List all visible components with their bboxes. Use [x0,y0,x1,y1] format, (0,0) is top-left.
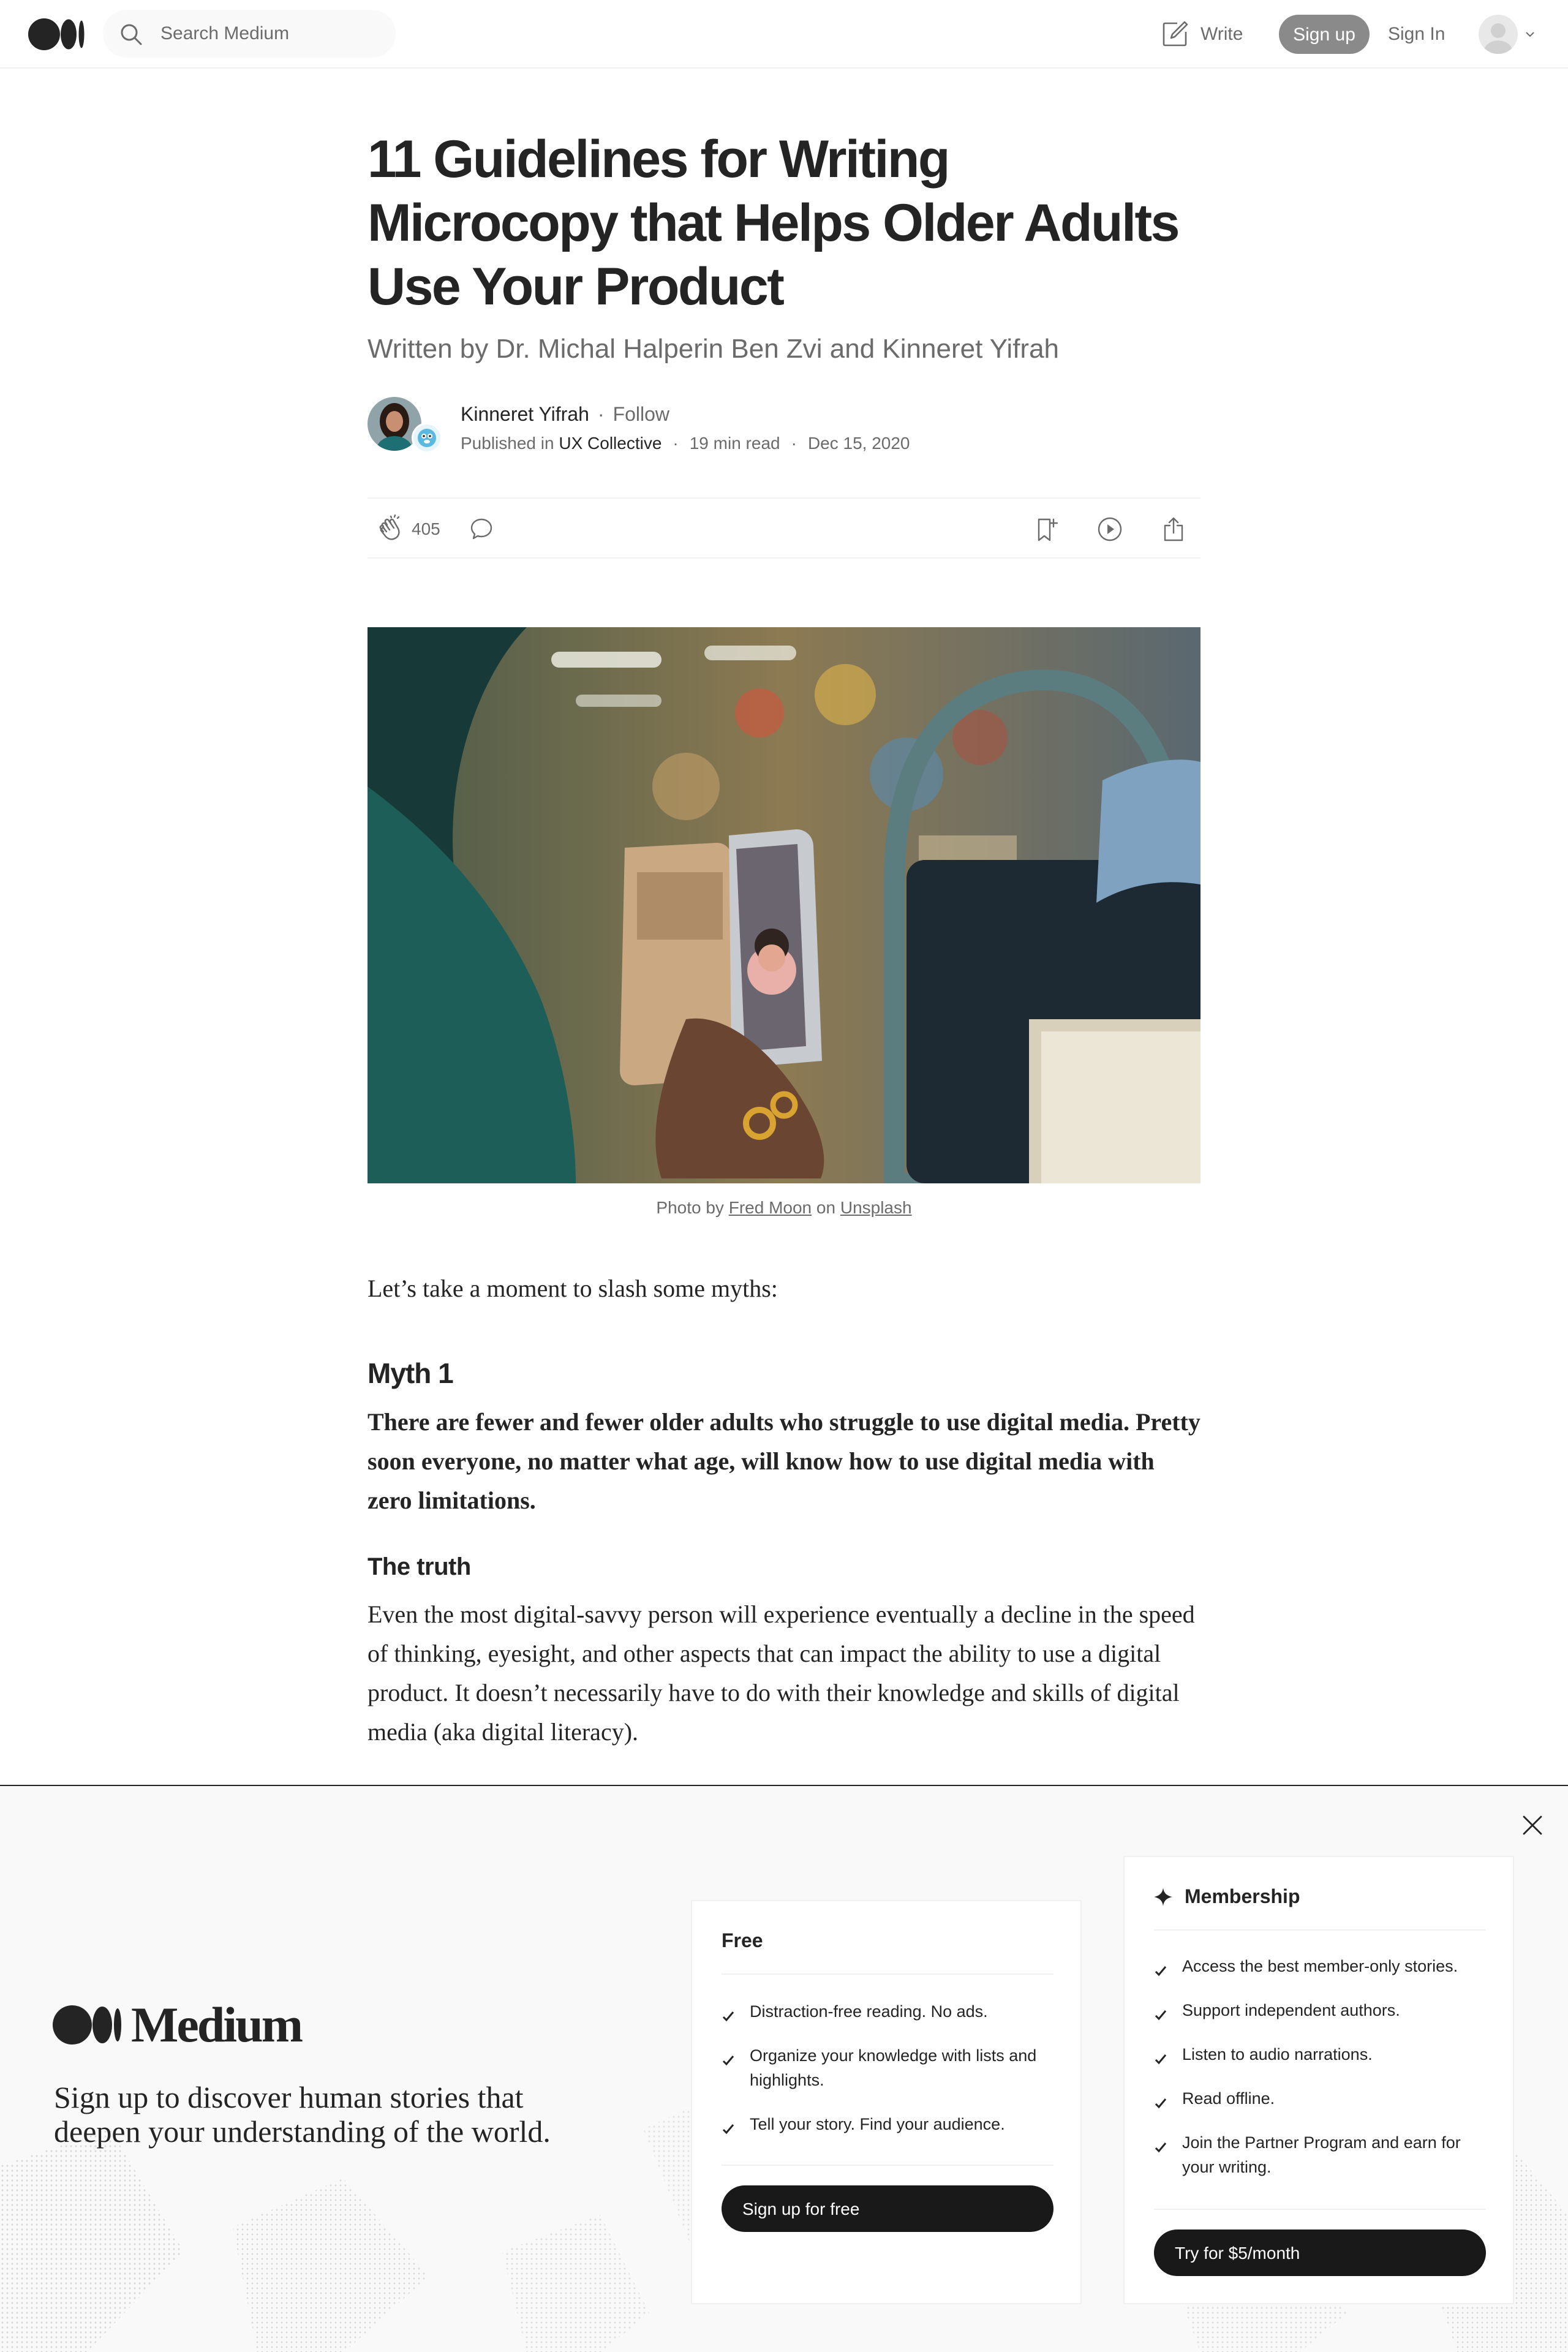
sign-up-button[interactable]: Sign up [1279,15,1370,54]
top-navigation: Search Medium Write Sign up Sign In [0,0,1568,69]
clap-count: 405 [412,519,440,538]
membership-feature: Listen to audio narrations. [1154,2042,1497,2067]
write-label: Write [1200,24,1243,44]
free-feature: Tell your story. Find your audience. [722,2112,1065,2136]
write-button[interactable]: Write [1160,18,1243,50]
truth-paragraph: Even the most digital-savvy person will … [368,1600,1195,1746]
medium-wordmark: Medium [131,1997,303,2052]
check-icon [722,2118,735,2135]
close-icon[interactable] [1519,1812,1546,1839]
separator-dot: · [597,403,605,425]
publication-avatar[interactable] [412,423,442,453]
article-title: 11 Guidelines for Writing Microcopy that… [368,130,1180,316]
medium-logo-icon[interactable] [28,18,85,50]
article-action-bar: 405 [368,497,1200,559]
share-icon[interactable] [1160,516,1187,543]
myth-statement: There are fewer and fewer older adults w… [368,1408,1200,1514]
publish-date: Dec 15, 2020 [807,434,910,453]
myth-heading: Myth 1 [368,1357,454,1389]
medium-logo-icon [53,2005,121,2045]
divider [722,1973,1054,1975]
article-hero-image [368,627,1200,1183]
user-menu[interactable] [1479,15,1540,54]
membership-feature: Access the best member-only stories. [1154,1954,1497,1978]
check-icon [1154,2136,1167,2153]
sign-up-for-free-button[interactable]: Sign up for free [722,2185,1054,2232]
check-icon [722,2049,735,2066]
play-icon[interactable] [1096,516,1123,543]
unsplash-link[interactable]: Unsplash [840,1198,912,1217]
signup-tagline: Sign up to discover human stories that d… [54,2080,551,2149]
article-subtitle: Written by Dr. Michal Halperin Ben Zvi a… [368,334,1060,364]
try-membership-button[interactable]: Try for $5/month [1154,2230,1486,2276]
author-name-link[interactable]: Kinneret Yifrah [461,403,589,425]
check-icon [1154,2004,1167,2021]
clap-icon[interactable] [376,514,405,544]
membership-feature: Support independent authors. [1154,1998,1497,2022]
membership-plan-heading: Membership [1185,1885,1300,1907]
membership-feature: Read offline. [1154,2086,1497,2111]
avatar [1479,15,1518,54]
free-plan-heading: Free [722,1929,763,1951]
divider [722,2165,1054,2166]
photographer-link[interactable]: Fred Moon [729,1198,812,1217]
search-box[interactable]: Search Medium [103,10,396,58]
author-row: Kinneret Yifrah · Follow [461,402,669,426]
sparkle-icon [1154,1887,1172,1906]
membership-feature: Join the Partner Program and earn for yo… [1154,2130,1497,2179]
bookmark-icon[interactable] [1033,516,1060,543]
publication-link[interactable]: UX Collective [559,434,662,453]
signup-overlay: Medium Sign up to discover human stories… [0,1785,1568,2352]
follow-link[interactable]: Follow [613,403,669,425]
check-icon [722,2005,735,2022]
intro-paragraph: Let’s take a moment to slash some myths: [368,1275,778,1302]
comment-icon[interactable] [468,516,495,543]
free-feature: Organize your knowledge with lists and h… [722,2043,1065,2092]
check-icon [1154,1960,1167,1977]
divider [1154,2209,1486,2210]
medium-brand: Medium [53,1997,303,2052]
separator-dot: · [673,434,679,453]
membership-plan-card: Membership Access the best member-only s… [1123,1856,1514,2304]
check-icon [1154,2048,1167,2065]
check-icon [1154,2092,1167,2109]
write-icon [1160,20,1189,49]
free-feature: Distraction-free reading. No ads. [722,1999,1065,2024]
separator-dot: · [791,434,797,453]
membership-plan-header: Membership [1154,1884,1300,1909]
article-meta: Published in UX Collective · 19 min read · D… [461,432,910,454]
chevron-down-icon [1524,28,1536,40]
truth-heading: The truth [368,1553,471,1580]
search-icon [119,22,143,47]
read-time: 19 min read [689,434,780,453]
image-caption: Photo by Fred Moon on Unsplash [368,1196,1200,1220]
free-plan-card: Free Distraction-free reading. No ads. O… [691,1900,1082,2304]
published-in-label: Published in [461,434,554,453]
search-input[interactable]: Search Medium [160,10,289,58]
sign-in-link[interactable]: Sign In [1388,15,1445,54]
divider [1154,1929,1486,1931]
caption-prefix: Photo by [656,1198,724,1217]
caption-on: on [816,1198,836,1217]
